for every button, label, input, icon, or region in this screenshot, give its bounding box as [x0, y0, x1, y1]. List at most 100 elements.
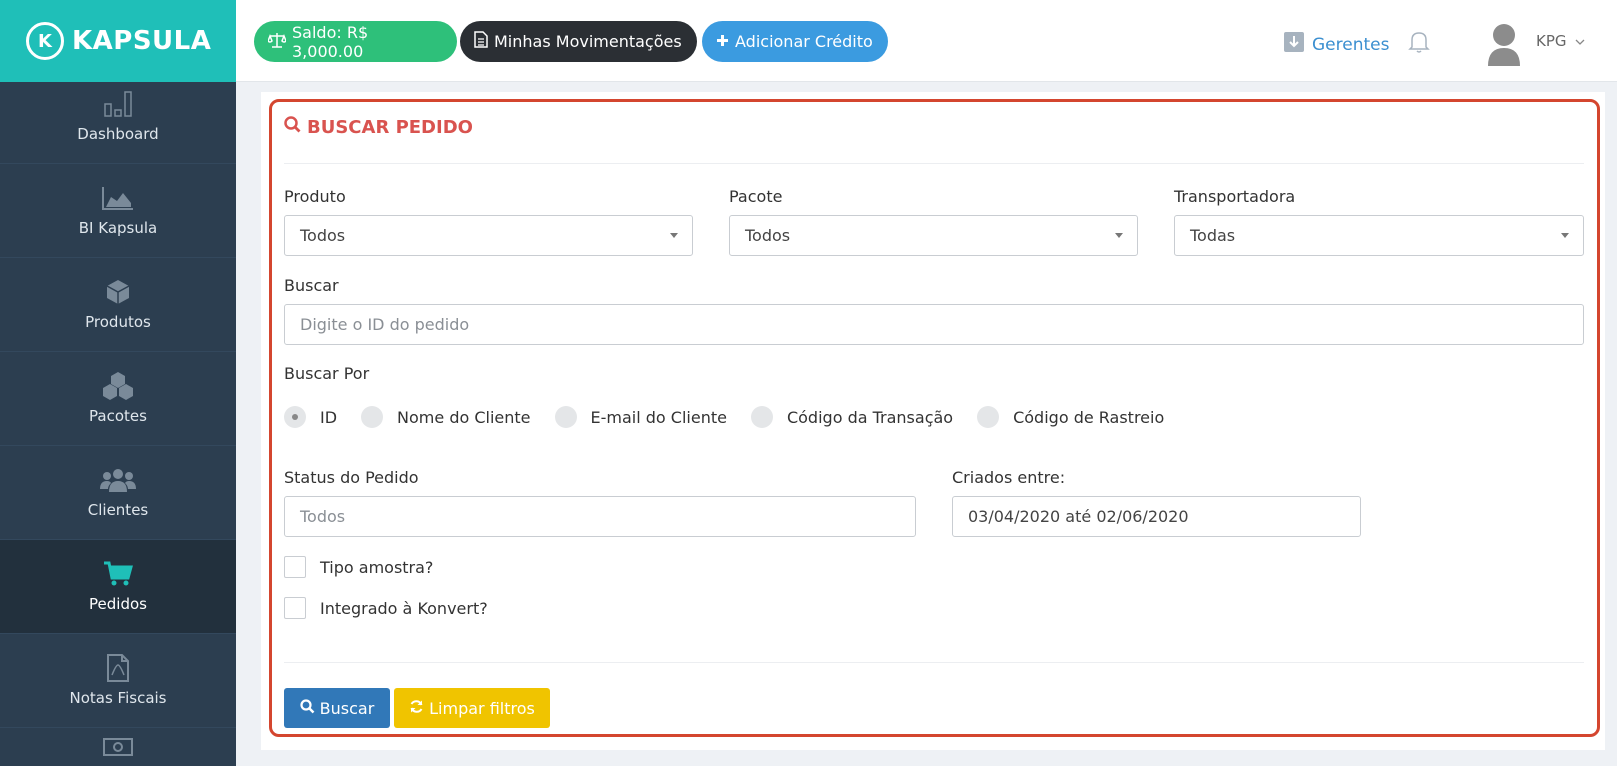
sidebar-item-label: Pedidos — [89, 594, 147, 613]
saldo-button[interactable]: Saldo: R$ 3,000.00 — [254, 21, 457, 62]
movimentacoes-label: Minhas Movimentações — [494, 32, 682, 51]
radio-button[interactable] — [284, 406, 306, 428]
radio-button[interactable] — [750, 406, 773, 428]
minhas-movimentacoes-button[interactable]: Minhas Movimentações — [460, 21, 697, 62]
caret-down-icon — [1115, 233, 1123, 238]
sidebar-item-label: Produtos — [85, 312, 151, 331]
sidebar-item-dashboard[interactable]: Dashboard — [0, 82, 236, 164]
radio-button[interactable] — [361, 406, 384, 428]
radio-label: Código da Transação — [786, 407, 954, 427]
users-icon — [100, 467, 136, 493]
chevron-down-icon — [1575, 32, 1585, 50]
checkbox-label: Tipo amostra? — [320, 557, 434, 577]
adicionar-credito-button[interactable]: Adicionar Crédito — [702, 21, 888, 62]
search-icon — [300, 698, 315, 718]
criados-label: Criados entre: — [952, 468, 1066, 487]
sidebar-item-bi-kapsula[interactable]: BI Kapsula — [0, 164, 236, 258]
buscar-button-label: Buscar — [319, 698, 375, 718]
brand-logo[interactable]: K KAPSULA — [0, 0, 236, 82]
radio-option-id[interactable]: ID — [284, 406, 337, 428]
integrado-checkbox-row[interactable]: Integrado à Konvert? — [284, 597, 488, 619]
sidebar-item-label: Pacotes — [89, 406, 147, 425]
avatar — [1484, 22, 1524, 70]
checkbox-label: Integrado à Konvert? — [320, 598, 488, 618]
balance-scale-icon — [267, 32, 287, 52]
limpar-button-label: Limpar filtros — [429, 698, 535, 718]
cubes-icon — [100, 371, 136, 400]
gerentes-icon — [1284, 32, 1304, 57]
pacote-select[interactable]: Todos — [729, 215, 1138, 256]
gerentes-label: Gerentes — [1312, 34, 1390, 55]
panel-title: BUSCAR PEDIDO — [284, 116, 473, 138]
radio-label: Nome do Cliente — [397, 407, 531, 427]
produto-value: Todos — [300, 226, 346, 245]
sidebar-item-label: BI Kapsula — [78, 218, 158, 237]
shopping-cart-icon — [103, 561, 133, 587]
sidebar-item-pacotes[interactable]: Pacotes — [0, 352, 236, 446]
user-menu[interactable]: KPG — [1484, 22, 1585, 70]
radio-option-nome-cliente[interactable]: Nome do Cliente — [361, 406, 531, 428]
adicionar-label: Adicionar Crédito — [735, 32, 873, 51]
radio-label: ID — [320, 407, 338, 427]
buscar-por-label: Buscar Por — [284, 364, 370, 383]
cube-icon — [105, 279, 131, 305]
sidebar-item-clientes[interactable]: Clientes — [0, 446, 236, 540]
sidebar-item-label: Notas Fiscais — [69, 688, 167, 707]
sidebar-item-pedidos[interactable]: Pedidos — [0, 540, 236, 634]
pacote-label: Pacote — [729, 187, 783, 206]
sidebar-item-produtos[interactable]: Produtos — [0, 258, 236, 352]
kapsula-logo-icon: K — [26, 22, 64, 60]
panel-title-text: BUSCAR PEDIDO — [307, 116, 473, 138]
bar-chart-icon — [103, 91, 133, 117]
radio-label: Código de Rastreio — [1013, 407, 1165, 427]
caret-down-icon — [1561, 233, 1569, 238]
title-divider — [284, 163, 1584, 164]
document-icon — [474, 31, 488, 52]
search-icon — [284, 116, 301, 138]
tipo-amostra-checkbox[interactable] — [284, 556, 306, 578]
date-range-value: 03/04/2020 até 02/06/2020 — [968, 507, 1189, 526]
radio-label: E-mail do Cliente — [590, 407, 727, 427]
radio-option-email-cliente[interactable]: E-mail do Cliente — [554, 406, 727, 428]
radio-button[interactable] — [977, 406, 1000, 428]
search-placeholder: Digite o ID do pedido — [300, 315, 470, 334]
pdf-file-icon — [106, 653, 130, 682]
refresh-icon — [409, 699, 424, 718]
radio-button[interactable] — [554, 406, 577, 428]
status-placeholder: Todos — [300, 507, 346, 526]
buscar-por-radio-group: ID Nome do Cliente E-mail do Cliente Cód… — [284, 406, 1188, 428]
radio-selected-dot — [292, 414, 298, 420]
buscar-label: Buscar — [284, 276, 339, 295]
produto-select[interactable]: Todos — [284, 215, 693, 256]
top-header: Saldo: R$ 3,000.00 Minhas Movimentações … — [236, 0, 1617, 82]
transportadora-value: Todas — [1190, 226, 1236, 245]
status-label: Status do Pedido — [284, 468, 419, 487]
saldo-label: Saldo: R$ 3,000.00 — [292, 22, 369, 61]
tipo-amostra-checkbox-row[interactable]: Tipo amostra? — [284, 556, 433, 578]
bell-icon[interactable] — [1408, 30, 1430, 58]
pacote-value: Todos — [745, 226, 791, 245]
integrado-checkbox[interactable] — [284, 597, 306, 619]
sidebar-item-financeiro[interactable] — [0, 728, 236, 766]
sidebar-item-notas-fiscais[interactable]: Notas Fiscais — [0, 634, 236, 728]
buscar-button[interactable]: Buscar — [284, 688, 390, 728]
radio-option-codigo-transacao[interactable]: Código da Transação — [750, 406, 954, 428]
radio-option-codigo-rastreio[interactable]: Código de Rastreio — [977, 406, 1164, 428]
sidebar: K KAPSULA Dashboard BI Kapsula Produtos … — [0, 0, 236, 766]
user-name: KPG — [1536, 32, 1567, 50]
sidebar-item-label: Dashboard — [77, 125, 159, 143]
brand-name: KAPSULA — [72, 26, 212, 56]
area-chart-icon — [101, 185, 135, 211]
search-input[interactable]: Digite o ID do pedido — [284, 304, 1584, 345]
limpar-filtros-button[interactable]: Limpar filtros — [394, 688, 550, 728]
money-icon — [102, 734, 134, 760]
date-range-input[interactable]: 03/04/2020 até 02/06/2020 — [952, 496, 1361, 537]
gerentes-link[interactable]: Gerentes — [1284, 32, 1389, 57]
transportadora-select[interactable]: Todas — [1174, 215, 1584, 256]
status-select[interactable]: Todos — [284, 496, 916, 537]
sidebar-item-label: Clientes — [87, 500, 149, 519]
transportadora-label: Transportadora — [1174, 187, 1296, 206]
footer-divider — [284, 662, 1584, 663]
produto-label: Produto — [284, 187, 346, 206]
caret-down-icon — [670, 233, 678, 238]
